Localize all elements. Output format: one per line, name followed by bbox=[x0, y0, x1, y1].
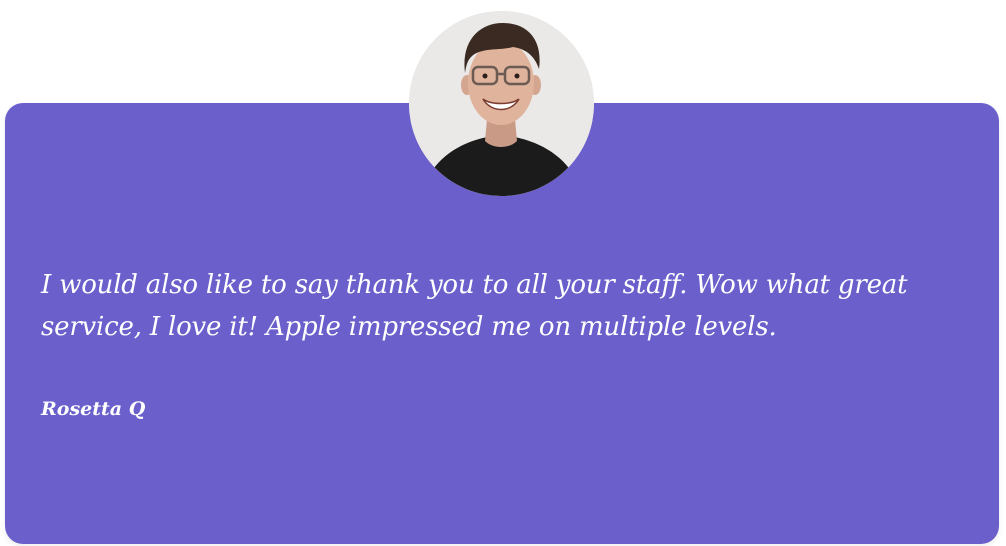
testimonial-section: I would also like to say thank you to al… bbox=[0, 0, 1006, 546]
avatar-portrait-image bbox=[409, 11, 594, 196]
testimonial-quote: I would also like to say thank you to al… bbox=[41, 270, 908, 342]
avatar bbox=[409, 11, 594, 196]
testimonial-author: Rosetta Q bbox=[41, 398, 146, 420]
